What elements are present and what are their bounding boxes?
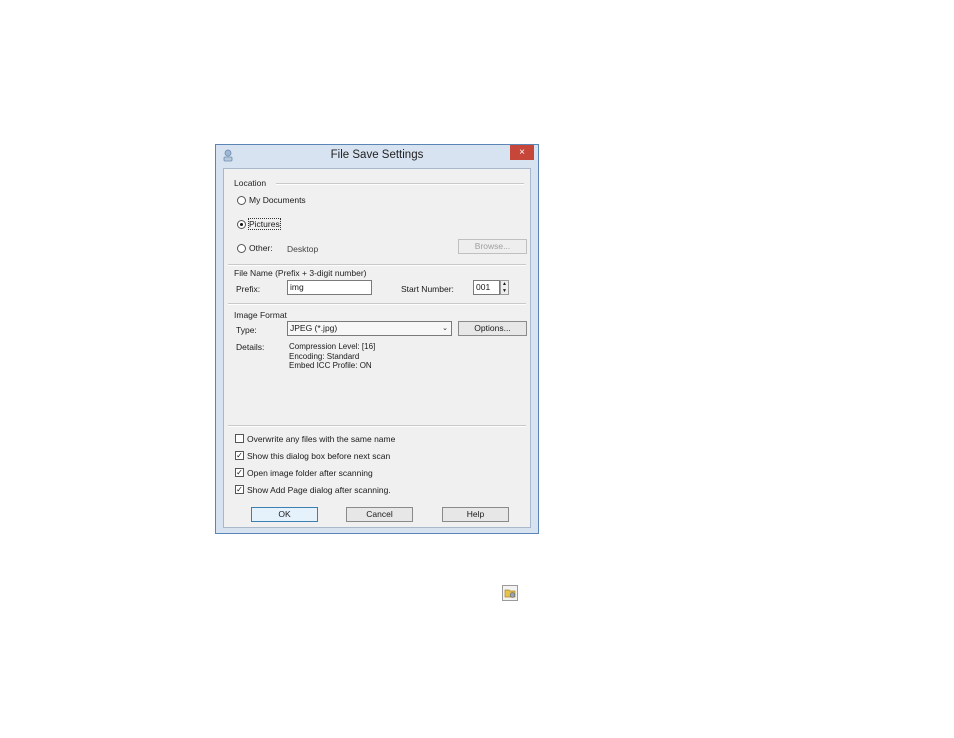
type-select[interactable]: JPEG (*.jpg) ⌄ [287, 321, 452, 336]
chevron-down-icon: ⌄ [442, 325, 448, 332]
file-save-settings-dialog: File Save Settings × Location My Documen… [215, 144, 539, 534]
start-number-stepper[interactable]: ▲ ▼ [500, 280, 509, 295]
overwrite-checkbox[interactable] [235, 434, 244, 443]
overwrite-checkbox-label[interactable]: Overwrite any files with the same name [247, 434, 395, 444]
radio-pictures-label[interactable]: Pictures [248, 218, 281, 230]
open-folder-checkbox[interactable]: ✓ [235, 468, 244, 477]
add-page-checkbox[interactable]: ✓ [235, 485, 244, 494]
browse-button[interactable]: Browse... [458, 239, 527, 254]
close-button[interactable]: × [510, 145, 534, 160]
type-select-value: JPEG (*.jpg) [290, 323, 338, 333]
spin-up-icon[interactable]: ▲ [501, 281, 508, 288]
details-line: Embed ICC Profile: ON [289, 361, 372, 370]
location-group-label: Location [234, 178, 267, 188]
image-format-group-label: Image Format [234, 310, 287, 320]
details-label: Details: [236, 342, 265, 352]
options-button[interactable]: Options... [458, 321, 527, 336]
radio-my-documents[interactable] [237, 196, 246, 205]
add-page-checkbox-label[interactable]: Show Add Page dialog after scanning. [247, 485, 391, 495]
folder-settings-icon [502, 585, 518, 601]
help-button[interactable]: Help [442, 507, 509, 522]
start-number-input[interactable]: 001 [473, 280, 500, 295]
location-separator [276, 183, 524, 185]
details-line: Encoding: Standard [289, 351, 360, 361]
section-separator [228, 264, 526, 266]
show-dialog-checkbox[interactable]: ✓ [235, 451, 244, 460]
open-folder-checkbox-label[interactable]: Open image folder after scanning [247, 468, 373, 478]
type-label: Type: [236, 325, 257, 335]
radio-other[interactable] [237, 244, 246, 253]
dialog-body: Location My Documents Pictures Other: De… [223, 168, 531, 528]
details-line: Compression Level: [16] [289, 342, 376, 351]
radio-other-label[interactable]: Other: [249, 243, 273, 253]
details-text: Compression Level: [16] Encoding: Standa… [289, 342, 375, 371]
dialog-title: File Save Settings [330, 149, 424, 161]
ok-button[interactable]: OK [251, 507, 318, 522]
show-dialog-checkbox-label[interactable]: Show this dialog box before next scan [247, 451, 390, 461]
radio-pictures[interactable] [237, 220, 246, 229]
cancel-button[interactable]: Cancel [346, 507, 413, 522]
start-number-label: Start Number: [401, 284, 454, 294]
file-name-group-label: File Name (Prefix + 3-digit number) [234, 268, 367, 278]
section-separator-3 [228, 425, 526, 427]
section-separator-2 [228, 303, 526, 305]
radio-my-documents-label[interactable]: My Documents [249, 195, 306, 205]
prefix-label: Prefix: [236, 284, 261, 294]
prefix-input[interactable]: img [287, 280, 372, 295]
spin-down-icon[interactable]: ▼ [501, 288, 508, 295]
title-bar[interactable]: File Save Settings × [216, 145, 538, 167]
other-path-text: Desktop [287, 244, 319, 254]
